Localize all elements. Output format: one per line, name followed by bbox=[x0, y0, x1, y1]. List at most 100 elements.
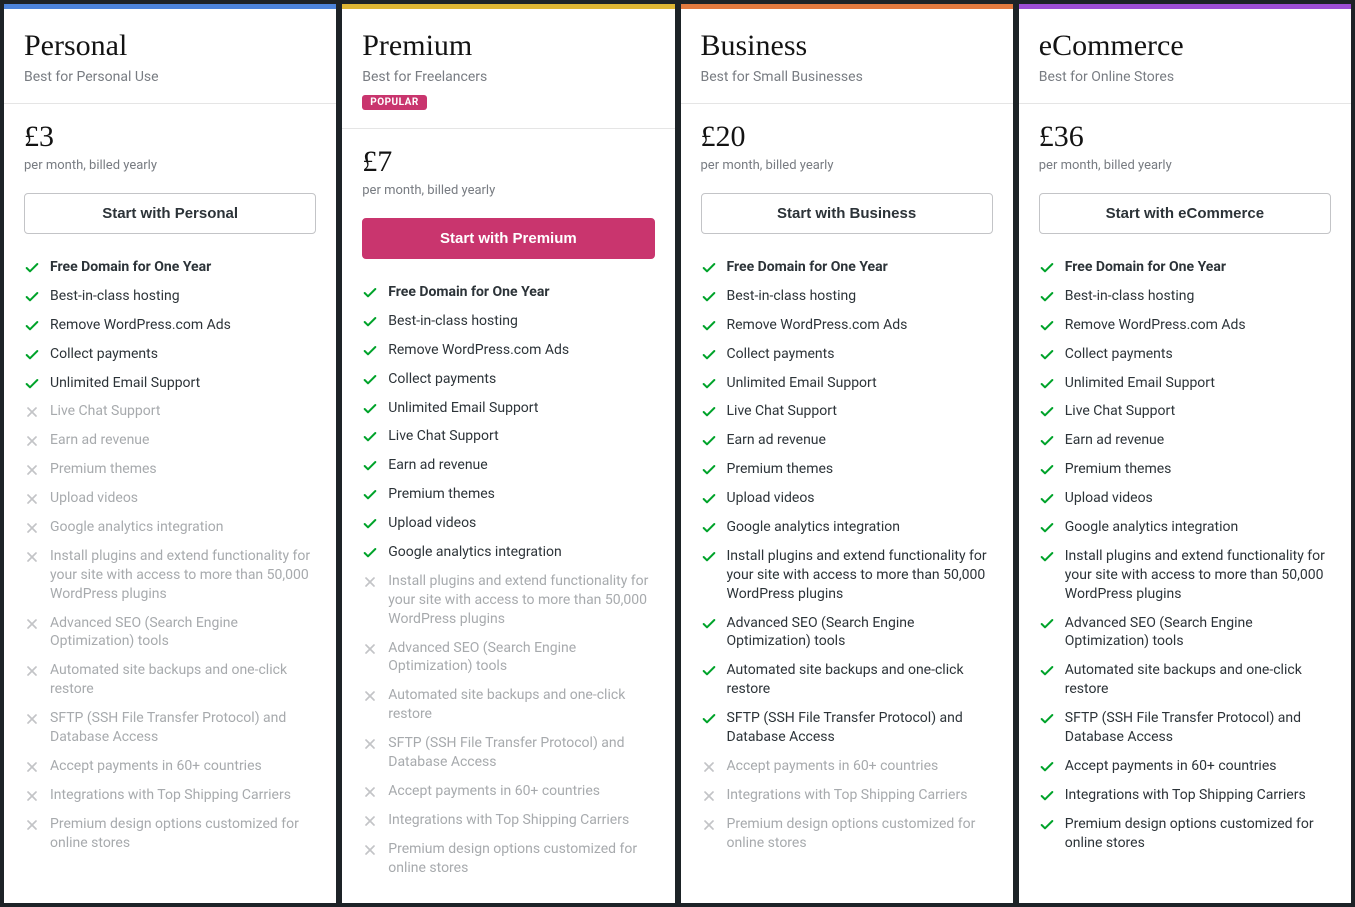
plan-card-ecommerce: eCommerceBest for Online Stores£36per mo… bbox=[1019, 4, 1351, 903]
feature-item: Collect payments bbox=[24, 345, 316, 364]
feature-text: Live Chat Support bbox=[50, 402, 160, 421]
start-premium-button[interactable]: Start with Premium bbox=[362, 218, 654, 259]
price: £7 bbox=[362, 145, 654, 179]
cross-icon bbox=[24, 663, 40, 679]
check-icon bbox=[1039, 462, 1055, 478]
check-icon bbox=[701, 491, 717, 507]
check-icon bbox=[701, 260, 717, 276]
check-icon bbox=[1039, 520, 1055, 536]
feature-text: Earn ad revenue bbox=[50, 431, 149, 450]
price-block: £20per month, billed yearly bbox=[701, 120, 993, 173]
feature-item: Earn ad revenue bbox=[701, 431, 993, 450]
feature-text: Best-in-class hosting bbox=[727, 287, 857, 306]
feature-text: Accept payments in 60+ countries bbox=[50, 757, 262, 776]
feature-text: Advanced SEO (Search Engine Optimization… bbox=[50, 614, 316, 652]
divider bbox=[342, 128, 674, 129]
divider bbox=[4, 103, 336, 104]
feature-text: Accept payments in 60+ countries bbox=[727, 757, 939, 776]
divider bbox=[681, 103, 1013, 104]
feature-item: Accept payments in 60+ countries bbox=[362, 782, 654, 801]
cross-icon bbox=[362, 784, 378, 800]
plan-name: Premium bbox=[362, 29, 654, 63]
feature-item: Install plugins and extend functionality… bbox=[362, 572, 654, 629]
cross-icon bbox=[24, 549, 40, 565]
feature-text: Automated site backups and one-click res… bbox=[388, 686, 654, 724]
cross-icon bbox=[24, 520, 40, 536]
start-personal-button[interactable]: Start with Personal bbox=[24, 193, 316, 234]
feature-item: SFTP (SSH File Transfer Protocol) and Da… bbox=[24, 709, 316, 747]
feature-item: Accept payments in 60+ countries bbox=[1039, 757, 1331, 776]
price-sub: per month, billed yearly bbox=[362, 183, 654, 198]
feature-text: SFTP (SSH File Transfer Protocol) and Da… bbox=[388, 734, 654, 772]
check-icon bbox=[1039, 663, 1055, 679]
feature-item: Remove WordPress.com Ads bbox=[24, 316, 316, 335]
feature-text: Live Chat Support bbox=[727, 402, 837, 421]
feature-item: Automated site backups and one-click res… bbox=[1039, 661, 1331, 699]
feature-text: Automated site backups and one-click res… bbox=[727, 661, 993, 699]
plan-name: eCommerce bbox=[1039, 29, 1331, 63]
feature-text: Automated site backups and one-click res… bbox=[1065, 661, 1331, 699]
price-block: £7 per month, billed yearly bbox=[362, 145, 654, 198]
feature-text: Premium design options customized for on… bbox=[1065, 815, 1331, 853]
feature-item: Upload videos bbox=[362, 514, 654, 533]
feature-item: Install plugins and extend functionality… bbox=[24, 547, 316, 604]
feature-item: Live Chat Support bbox=[362, 427, 654, 446]
cross-icon bbox=[24, 817, 40, 833]
feature-text: Install plugins and extend functionality… bbox=[50, 547, 316, 604]
feature-text: Remove WordPress.com Ads bbox=[50, 316, 231, 335]
feature-item: Integrations with Top Shipping Carriers bbox=[24, 786, 316, 805]
feature-item: Premium design options customized for on… bbox=[701, 815, 993, 853]
feature-item: Premium themes bbox=[701, 460, 993, 479]
check-icon bbox=[362, 429, 378, 445]
feature-item: Live Chat Support bbox=[1039, 402, 1331, 421]
check-icon bbox=[1039, 817, 1055, 833]
feature-text: Collect payments bbox=[388, 370, 496, 389]
feature-text: Accept payments in 60+ countries bbox=[388, 782, 600, 801]
feature-item: Upload videos bbox=[1039, 489, 1331, 508]
feature-item: Earn ad revenue bbox=[362, 456, 654, 475]
feature-text: Unlimited Email Support bbox=[50, 374, 200, 393]
feature-item: Install plugins and extend functionality… bbox=[1039, 547, 1331, 604]
price-block: £36per month, billed yearly bbox=[1039, 120, 1331, 173]
feature-text: Unlimited Email Support bbox=[388, 399, 538, 418]
feature-item: Unlimited Email Support bbox=[24, 374, 316, 393]
feature-text: Integrations with Top Shipping Carriers bbox=[727, 786, 968, 805]
price-sub: per month, billed yearly bbox=[1039, 158, 1331, 173]
feature-item: Free Domain for One Year bbox=[362, 283, 654, 302]
feature-text: Earn ad revenue bbox=[727, 431, 826, 450]
start-business-button[interactable]: Start with Business bbox=[701, 193, 993, 234]
feature-text: Google analytics integration bbox=[727, 518, 900, 537]
feature-item: Premium themes bbox=[362, 485, 654, 504]
cross-icon bbox=[362, 813, 378, 829]
feature-text: Free Domain for One Year bbox=[50, 258, 211, 277]
feature-item: Live Chat Support bbox=[24, 402, 316, 421]
check-icon bbox=[701, 711, 717, 727]
feature-list: Free Domain for One YearBest-in-class ho… bbox=[24, 258, 316, 852]
check-icon bbox=[701, 433, 717, 449]
feature-text: Premium themes bbox=[727, 460, 834, 479]
feature-item: Advanced SEO (Search Engine Optimization… bbox=[24, 614, 316, 652]
cross-icon bbox=[701, 817, 717, 833]
price-sub: per month, billed yearly bbox=[24, 158, 316, 173]
plan-name: Personal bbox=[24, 29, 316, 63]
feature-text: Live Chat Support bbox=[388, 427, 498, 446]
feature-item: Premium design options customized for on… bbox=[1039, 815, 1331, 853]
check-icon bbox=[701, 616, 717, 632]
check-icon bbox=[362, 285, 378, 301]
feature-text: Premium design options customized for on… bbox=[388, 840, 654, 878]
feature-item: Accept payments in 60+ countries bbox=[701, 757, 993, 776]
feature-list: Free Domain for One Year Best-in-class ho… bbox=[362, 283, 654, 877]
feature-item: Earn ad revenue bbox=[1039, 431, 1331, 450]
feature-item: Premium themes bbox=[24, 460, 316, 479]
feature-text: Google analytics integration bbox=[50, 518, 223, 537]
feature-item: Best-in-class hosting bbox=[362, 312, 654, 331]
check-icon bbox=[1039, 549, 1055, 565]
plan-subtitle: Best for Small Businesses bbox=[701, 69, 993, 85]
check-icon bbox=[701, 663, 717, 679]
start-ecommerce-button[interactable]: Start with eCommerce bbox=[1039, 193, 1331, 234]
check-icon bbox=[1039, 491, 1055, 507]
feature-text: Premium design options customized for on… bbox=[727, 815, 993, 853]
price-block: £3per month, billed yearly bbox=[24, 120, 316, 173]
feature-text: Premium themes bbox=[50, 460, 157, 479]
plan-subtitle: Best for Freelancers bbox=[362, 69, 654, 85]
